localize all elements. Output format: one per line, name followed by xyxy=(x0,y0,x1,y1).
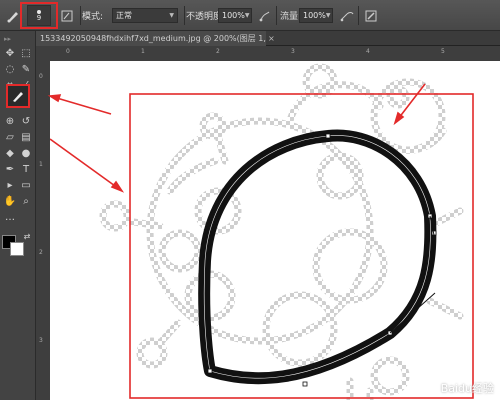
toolbar: ▸▸ ✥ ⬚ ◌ ✎ ⌗ ⁄ ✚ ⊕ ↺ ▱ ▤ ◆ ● ✒ T ▸ ▭ ✋ ⌕… xyxy=(0,31,36,400)
hand-tool-icon[interactable]: ✋ xyxy=(3,194,17,208)
ruler-tick: 1 xyxy=(141,48,145,55)
background-color-swatch[interactable] xyxy=(10,242,24,256)
blur-tool-icon[interactable]: ◆ xyxy=(3,146,17,160)
opacity-field[interactable]: 100% ▼ xyxy=(218,8,252,23)
marquee-tool-icon[interactable]: ⬚ xyxy=(19,46,33,60)
document-tab-bar: 1533492050948fhdxihf7xd_medium.jpg @ 200… xyxy=(36,31,500,46)
options-bar: 9 模式: 正常 ▼ 不透明度: 100% ▼ 流量: 100% ▼ xyxy=(0,0,500,31)
document-tab[interactable]: 1533492050948fhdxihf7xd_medium.jpg @ 200… xyxy=(36,31,266,46)
brush-tool-active-icon[interactable] xyxy=(6,84,30,108)
airbrush-icon[interactable] xyxy=(338,5,356,26)
clone-stamp-tool-icon[interactable]: ⊕ xyxy=(3,114,17,128)
ruler-tick: 3 xyxy=(291,48,295,55)
chevron-down-icon: ▼ xyxy=(244,12,250,19)
flow-label: 流量: xyxy=(280,12,302,22)
chevron-down-icon: ▼ xyxy=(169,12,174,19)
watermark: Baidu经验 xyxy=(440,382,494,395)
pressure-size-icon[interactable] xyxy=(362,5,380,26)
mode-label: 模式: xyxy=(82,12,104,22)
pressure-opacity-icon[interactable] xyxy=(256,5,274,26)
type-tool-icon[interactable]: T xyxy=(19,162,33,176)
path-select-tool-icon[interactable]: ▸ xyxy=(3,178,17,192)
more-tools-icon[interactable]: … xyxy=(3,210,17,224)
opacity-value: 100% xyxy=(222,11,245,20)
swap-colors-icon[interactable]: ⇄ xyxy=(20,229,34,243)
flow-value: 100% xyxy=(303,11,326,20)
gradient-tool-icon[interactable]: ▤ xyxy=(19,130,33,144)
mode-select[interactable]: 正常 ▼ xyxy=(112,8,178,23)
ruler-tick: 0 xyxy=(66,48,70,55)
shape-tool-icon[interactable]: ▭ xyxy=(19,178,33,192)
mode-value: 正常 xyxy=(116,11,132,20)
toolbar-grip-icon[interactable]: ▸▸ xyxy=(4,35,11,43)
ruler-tick: 4 xyxy=(366,48,370,55)
annotation-arrows xyxy=(47,94,112,115)
brush-preset-highlight xyxy=(20,2,58,29)
close-icon[interactable]: × xyxy=(268,31,275,46)
ruler-tick: 3 xyxy=(39,337,43,344)
ruler-tick: 2 xyxy=(39,249,43,256)
ruler-tick: 5 xyxy=(441,48,445,55)
eraser-tool-icon[interactable]: ▱ xyxy=(3,130,17,144)
dodge-tool-icon[interactable]: ● xyxy=(19,146,33,160)
ruler-tick: 1 xyxy=(39,161,43,168)
lasso-tool-icon[interactable]: ◌ xyxy=(3,62,17,76)
ruler-tick: 2 xyxy=(216,48,220,55)
history-brush-tool-icon[interactable]: ↺ xyxy=(19,114,33,128)
zoom-tool-icon[interactable]: ⌕ xyxy=(19,194,33,208)
move-tool-icon[interactable]: ✥ xyxy=(3,46,17,60)
quick-select-tool-icon[interactable]: ✎ xyxy=(19,62,33,76)
ruler-tick: 0 xyxy=(39,73,43,80)
pen-tool-icon[interactable]: ✒ xyxy=(3,162,17,176)
flow-field[interactable]: 100% ▼ xyxy=(299,8,333,23)
brush-panel-toggle-icon[interactable] xyxy=(58,5,76,26)
chevron-down-icon: ▼ xyxy=(325,12,331,19)
ruler-horizontal: 0 1 2 3 4 5 xyxy=(36,46,500,61)
